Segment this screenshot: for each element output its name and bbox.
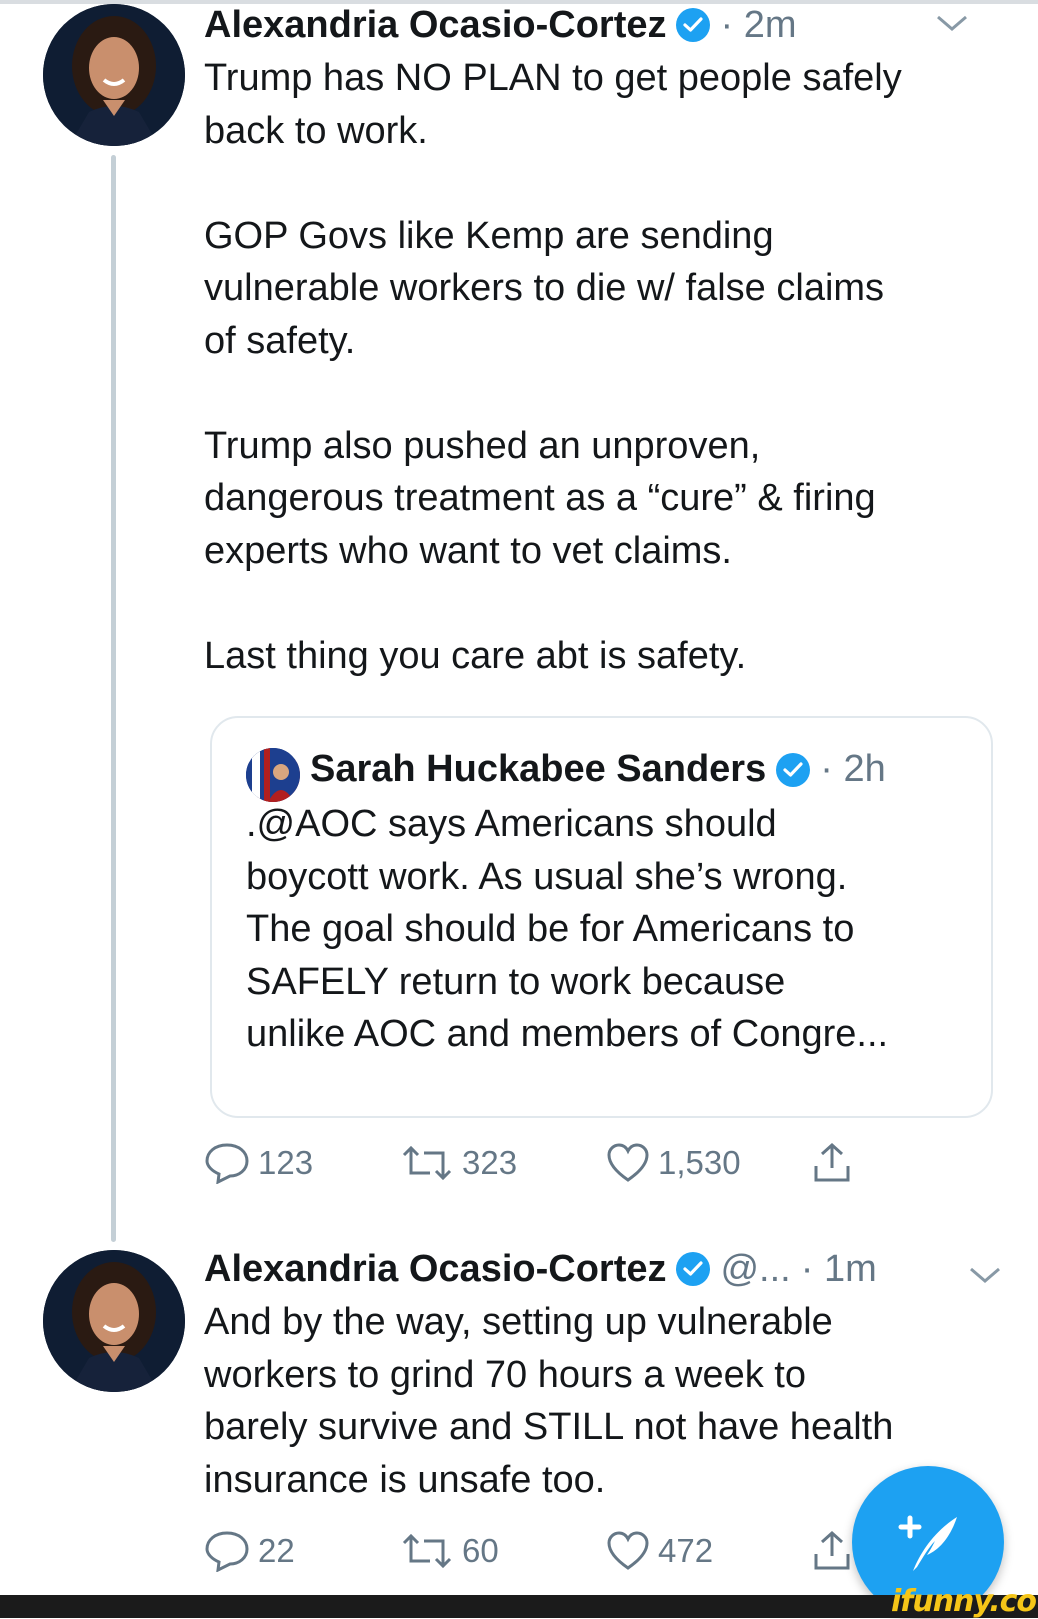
author-handle[interactable]: @... [720,1244,790,1294]
quoted-author-name[interactable]: Sarah Huckabee Sanders [310,748,766,791]
retweet-icon [402,1533,452,1569]
share-icon [814,1142,850,1182]
verified-badge-icon [676,8,711,42]
retweet-icon [402,1145,452,1181]
like-count: 1,530 [658,1144,741,1181]
verified-badge-icon [676,1252,711,1286]
quoted-header: Sarah Huckabee Sanders · 2h [310,748,886,791]
reply-icon [205,1143,249,1184]
avatar-photo [43,4,185,146]
share-icon [814,1530,850,1570]
reply-count: 123 [258,1144,314,1181]
author-name[interactable]: Alexandria Ocasio-Cortez [204,0,666,50]
quoted-tweet[interactable]: Sarah Huckabee Sanders · 2h .@AOC says A… [210,716,993,1118]
quoted-avatar[interactable] [246,748,300,802]
reply-count: 22 [258,1532,295,1569]
thread-connector [111,155,116,1242]
heart-icon [607,1143,649,1182]
retweet-count: 323 [462,1144,518,1181]
timestamp[interactable]: · 2m [720,0,796,50]
retweet-count: 60 [462,1532,499,1569]
avatar[interactable] [43,1250,185,1392]
reply-button[interactable]: 123 [204,1142,400,1184]
quoted-text: .@AOC says Americans should boycott work… [246,803,889,1055]
reply-button[interactable]: 22 [204,1530,400,1572]
quoted-timestamp: · 2h [820,748,886,790]
retweet-button[interactable]: 323 [400,1144,606,1182]
author-name[interactable]: Alexandria Ocasio-Cortez [204,1244,666,1294]
tweet-header: Alexandria Ocasio-Cortez · 2m [204,0,796,50]
avatar-photo [43,1250,185,1392]
tweet-actions: 123 323 1,530 [204,1142,852,1184]
compose-tweet-icon [898,1515,957,1571]
ifunny-watermark: ifunny.co [891,1584,1037,1619]
chevron-down-icon[interactable] [935,4,969,43]
share-button[interactable] [812,1530,852,1572]
timestamp[interactable]: · 1m [801,1244,877,1294]
verified-badge-icon [776,752,811,787]
tweet-text: Trump has NO PLAN to get people safely b… [204,57,902,677]
tweet-header: Alexandria Ocasio-Cortez @... · 1m [204,1244,877,1294]
like-button[interactable]: 1,530 [606,1143,812,1183]
tweet-actions: 22 60 472 [204,1530,852,1572]
retweet-button[interactable]: 60 [400,1532,606,1570]
like-button[interactable]: 472 [606,1531,812,1571]
avatar[interactable] [43,4,185,146]
watermark-bar [0,1595,1038,1618]
chevron-down-icon[interactable] [968,1256,1002,1295]
like-count: 472 [658,1532,714,1569]
share-button[interactable] [812,1142,852,1184]
heart-icon [607,1531,649,1570]
reply-icon [205,1531,249,1572]
quoted-avatar-photo [246,748,300,802]
